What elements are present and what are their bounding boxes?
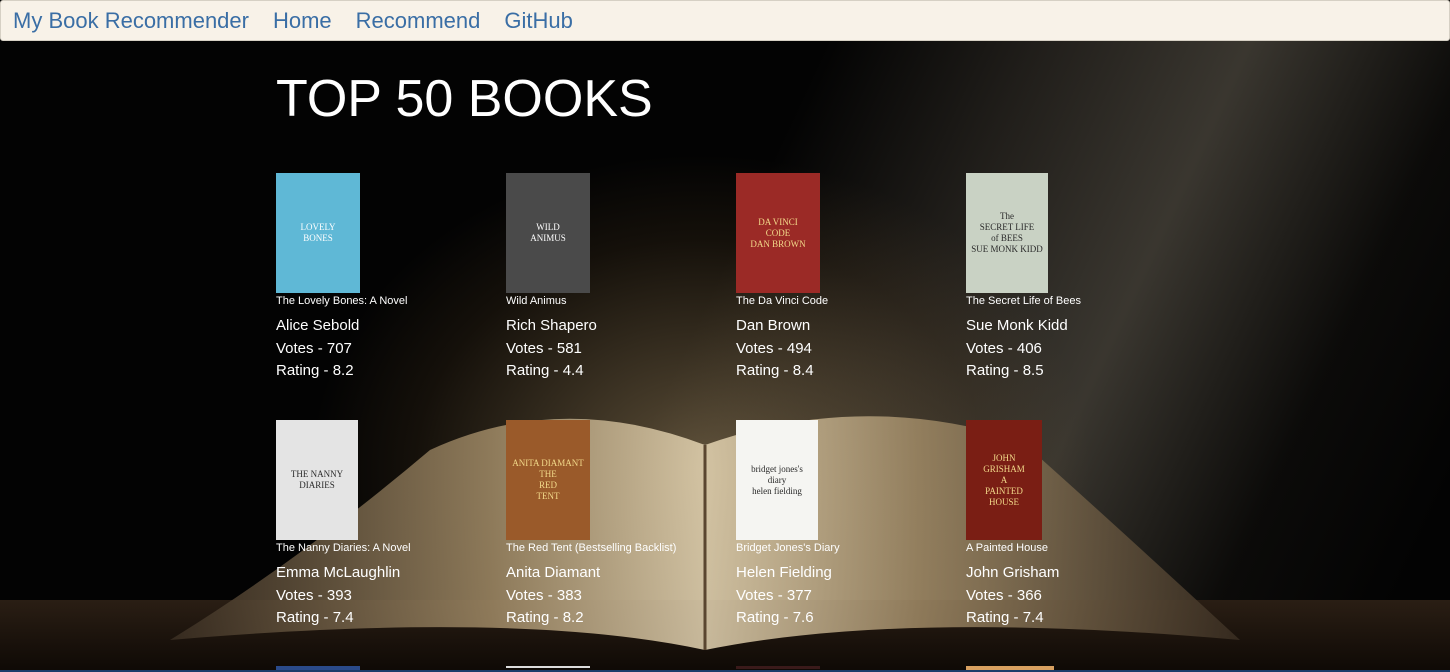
book-author: John Grisham [966,564,1060,581]
cover-text: of BEES [991,233,1023,243]
book-cover-image[interactable]: bridget jones's diary helen fielding [736,420,818,540]
page-title: TOP 50 BOOKS [276,70,653,128]
book-author: Sue Monk Kidd [966,317,1068,334]
book-votes: Votes - 494 [736,339,812,357]
book-cover-image[interactable]: JOHN GRISHAM A PAINTED HOUSE [966,420,1042,540]
cover-text: HOUSE [988,496,1019,507]
book-rating: Rating - 4.4 [506,362,584,379]
nav-link-recommend[interactable]: Recommend [356,8,481,34]
book-votes: Votes - 707 [276,339,352,357]
book-title: A Painted House [966,542,1048,554]
book-rating: Rating - 7.4 [276,609,354,626]
book-card: LOVELY BONES The Lovely Bones: A Novel Alic… [276,173,506,420]
book-author: Rich Shapero [506,317,597,334]
cover-text: DA VINCI [758,216,798,227]
book-votes: Votes - 393 [276,586,352,604]
book-author: Alice Sebold [276,317,360,334]
cover-text: bridget jones's [751,463,803,474]
book-cover-peek [736,666,820,669]
book-card: bridget jones's diary helen fielding Bridge… [736,420,966,667]
book-title: Bridget Jones's Diary [736,542,840,554]
cover-text: ANIMUS [530,233,566,243]
book-cover-image[interactable]: LOVELY BONES [276,173,360,293]
cover-text: GRISHAM [983,463,1025,474]
cover-text: THE [539,469,557,479]
book-votes: Votes - 406 [966,339,1042,357]
cover-text: diary [767,474,787,485]
cover-text: helen fielding [752,485,802,496]
book-votes: Votes - 581 [506,339,582,357]
book-votes: Votes - 377 [736,586,812,604]
book-cover-image[interactable]: THE NANNY DIARIES [276,420,358,540]
cover-text: RED [539,480,557,490]
book-grid: LOVELY BONES The Lovely Bones: A Novel Alic… [276,173,1196,667]
cover-text: SECRET LIFE [979,222,1035,232]
book-title: The Lovely Bones: A Novel [276,295,408,307]
cover-text: THE NANNY [290,469,344,479]
cover-text: TENT [536,491,560,501]
book-cover-image[interactable]: WILD ANIMUS [506,173,590,293]
book-title: The Red Tent (Bestselling Backlist) [506,542,677,554]
cover-text: ANITA DIAMANT [512,458,584,468]
book-author: Emma McLaughlin [276,564,401,581]
book-author: Helen Fielding [736,564,832,581]
book-votes: Votes - 383 [506,586,582,604]
book-votes: Votes - 366 [966,586,1042,604]
cover-text: The [1000,211,1014,221]
brand-link[interactable]: My Book Recommender [13,8,249,34]
book-card: DA VINCI CODE DAN BROWN The Da Vinci Code Da… [736,173,966,420]
book-title: Wild Animus [506,295,567,307]
book-rating: Rating - 8.2 [506,609,584,626]
book-cover-image[interactable]: DA VINCI CODE DAN BROWN [736,173,820,293]
book-card: ANITA DIAMANT THE RED TENT The Red Tent (Bes… [506,420,736,667]
nav-link-home[interactable]: Home [273,8,332,34]
book-cover-image[interactable]: The SECRET LIFE of BEES SUE MONK KIDD [966,173,1048,293]
book-rating: Rating - 8.4 [736,362,814,379]
book-title: The Da Vinci Code [736,295,829,307]
cover-text: BONES [303,233,333,243]
cover-text: PAINTED [985,485,1023,496]
book-card: THE NANNY DIARIES The Nanny Diaries: A Nov… [276,420,506,667]
cover-text: JOHN [992,452,1016,463]
nav-link-github[interactable]: GitHub [504,8,572,34]
book-author: Anita Diamant [506,564,601,581]
cover-text: A [1000,474,1008,485]
book-rating: Rating - 8.5 [966,362,1044,379]
top-navbar: My Book Recommender Home Recommend GitHu… [0,0,1450,41]
book-title: The Secret Life of Bees [966,295,1081,307]
cover-text: CODE [765,227,791,238]
book-rating: Rating - 7.6 [736,609,814,626]
book-card: WILD ANIMUS Wild Animus Rich Shapero Votes -… [506,173,736,420]
cover-text: WILD [536,222,560,232]
book-author: Dan Brown [736,317,811,334]
book-rating: Rating - 7.4 [966,609,1044,626]
book-card: JOHN GRISHAM A PAINTED HOUSE A Painted House J… [966,420,1196,667]
book-cover-peek [506,666,590,668]
cover-text: LOVELY [300,222,336,232]
cover-text: DIARIES [299,480,335,490]
book-card: The SECRET LIFE of BEES SUE MONK KIDD The Se… [966,173,1196,420]
book-cover-image[interactable]: ANITA DIAMANT THE RED TENT [506,420,590,540]
book-title: The Nanny Diaries: A Novel [276,542,411,554]
cover-text: SUE MONK KIDD [971,244,1043,254]
book-rating: Rating - 8.2 [276,362,354,379]
cover-text: DAN BROWN [750,238,806,249]
